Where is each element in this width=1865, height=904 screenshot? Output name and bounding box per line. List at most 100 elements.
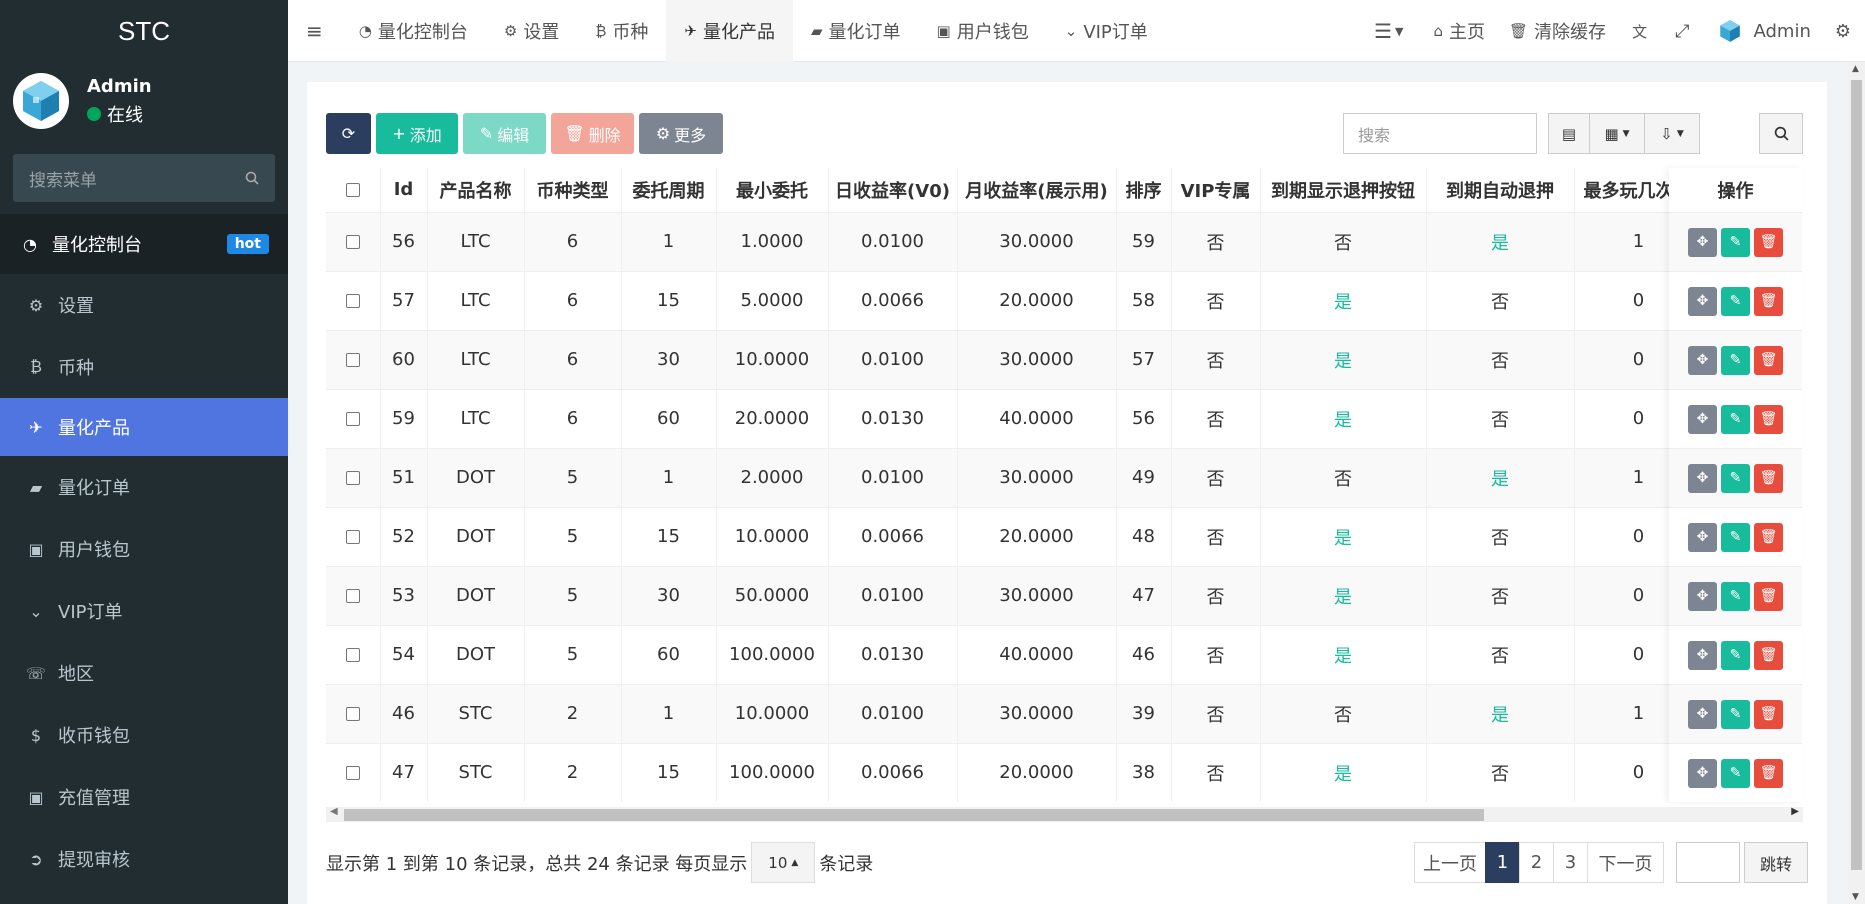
sidebar-item-wallet[interactable]: ▣ 用户钱包 (0, 518, 288, 580)
row-select-cell[interactable] (326, 329, 381, 389)
row-select-cell[interactable] (326, 388, 381, 448)
export-dropdown[interactable]: ⇩ ▼ (1644, 113, 1700, 154)
row-delete-button[interactable]: 🗑 (1754, 227, 1783, 257)
prev-page-button[interactable]: 上一页 (1414, 842, 1486, 883)
vertical-scrollbar[interactable]: ▲ ▼ (1848, 62, 1865, 904)
tab-vip-orders[interactable]: ⌄ VIP订单 (1047, 0, 1166, 62)
table-row[interactable]: 52 DOT 5 15 10.0000 0.0066 20.0000 48 否是否 0 (326, 506, 1704, 566)
scroll-down-icon[interactable]: ▼ (1852, 892, 1859, 902)
row-delete-button[interactable]: 🗑 (1754, 286, 1783, 316)
refresh-button[interactable]: ⟳ (326, 113, 371, 154)
table-search-input[interactable]: 搜索 (1343, 113, 1537, 154)
table-row[interactable]: 56 LTC 6 1 1.0000 0.0100 30.0000 59 否否是 1 (326, 211, 1704, 271)
sidebar-item-orders[interactable]: ▰ 量化订单 (0, 456, 288, 518)
row-edit-button[interactable]: ✎ (1721, 522, 1750, 552)
drag-handle-button[interactable]: ✥ (1688, 758, 1717, 788)
more-tabs-dropdown[interactable]: ☰ ▼ (1356, 0, 1421, 62)
home-link[interactable]: ⌂ 主页 (1421, 0, 1497, 62)
horizontal-scrollbar[interactable]: ◀ ▶ (326, 806, 1803, 822)
delete-button[interactable]: 🗑 删除 (551, 113, 634, 154)
settings-button[interactable]: ⚙ (1825, 0, 1865, 62)
row-select-cell[interactable] (326, 565, 381, 625)
sidebar-item-collect-wallet[interactable]: $ 收币钱包 (0, 704, 288, 766)
page-3-button[interactable]: 3 (1553, 842, 1588, 883)
sidebar-item-dashboard[interactable]: ◔ 量化控制台 hot (0, 214, 288, 274)
row-delete-button[interactable]: 🗑 (1754, 345, 1783, 375)
table-row[interactable]: 53 DOT 5 30 50.0000 0.0100 30.0000 47 否是否 0 (326, 565, 1704, 625)
row-checkbox[interactable] (345, 412, 360, 426)
row-select-cell[interactable] (326, 447, 381, 507)
page-2-button[interactable]: 2 (1519, 842, 1554, 883)
scrollbar-thumb[interactable] (1851, 80, 1862, 870)
drag-handle-button[interactable]: ✥ (1688, 522, 1717, 552)
select-all-cell[interactable] (326, 168, 381, 212)
tab-coins[interactable]: ₿ 币种 (577, 0, 666, 62)
row-checkbox[interactable] (345, 589, 360, 603)
row-select-cell[interactable] (326, 270, 381, 330)
row-delete-button[interactable]: 🗑 (1754, 640, 1783, 670)
row-edit-button[interactable]: ✎ (1721, 404, 1750, 434)
row-checkbox[interactable] (345, 235, 360, 249)
row-checkbox[interactable] (345, 294, 360, 308)
column-header[interactable]: 月收益率(展示用) (957, 168, 1117, 212)
page-size-select[interactable]: 10 ▲ (751, 842, 816, 883)
row-edit-button[interactable]: ✎ (1721, 581, 1750, 611)
tab-products[interactable]: ✈ 量化产品 (666, 0, 793, 62)
column-header[interactable]: 到期显示退押按钮 (1260, 168, 1427, 212)
drag-handle-button[interactable]: ✥ (1688, 404, 1717, 434)
table-row[interactable]: 47 STC 2 15 100.0000 0.0066 20.0000 38 否是否 0 (326, 742, 1704, 802)
jump-page-input[interactable] (1676, 842, 1740, 883)
sidebar-item-settings[interactable]: ⚙ 设置 (0, 274, 288, 336)
table-row[interactable]: 54 DOT 5 60 100.0000 0.0130 40.0000 46 否是否 0 (326, 624, 1704, 684)
row-select-cell[interactable] (326, 683, 381, 743)
row-edit-button[interactable]: ✎ (1721, 463, 1750, 493)
row-checkbox[interactable] (345, 471, 360, 485)
column-header[interactable]: 产品名称 (427, 168, 525, 212)
drag-handle-button[interactable]: ✥ (1688, 699, 1717, 729)
row-edit-button[interactable]: ✎ (1721, 758, 1750, 788)
row-delete-button[interactable]: 🗑 (1754, 758, 1783, 788)
column-header[interactable]: VIP专属 (1171, 168, 1261, 212)
row-edit-button[interactable]: ✎ (1721, 345, 1750, 375)
jump-button[interactable]: 跳转 (1744, 842, 1808, 883)
scroll-left-icon[interactable]: ◀ (330, 806, 338, 817)
edit-button[interactable]: ✎ 编辑 (463, 113, 546, 154)
scroll-right-icon[interactable]: ▶ (1791, 806, 1799, 817)
drag-handle-button[interactable]: ✥ (1688, 640, 1717, 670)
drag-handle-button[interactable]: ✥ (1688, 227, 1717, 257)
clear-cache-button[interactable]: 🗑 清除缓存 (1497, 0, 1618, 62)
column-header[interactable]: Id (380, 168, 428, 212)
row-select-cell[interactable] (326, 624, 381, 684)
sidebar-search-input[interactable]: 搜索菜单 (13, 154, 275, 202)
column-header[interactable]: 到期自动退押 (1426, 168, 1575, 212)
table-row[interactable]: 59 LTC 6 60 20.0000 0.0130 40.0000 56 否是否 0 (326, 388, 1704, 448)
row-edit-button[interactable]: ✎ (1721, 227, 1750, 257)
drag-handle-button[interactable]: ✥ (1688, 581, 1717, 611)
row-checkbox[interactable] (345, 530, 360, 544)
drag-handle-button[interactable]: ✥ (1688, 345, 1717, 375)
drag-handle-button[interactable]: ✥ (1688, 286, 1717, 316)
menu-toggle-button[interactable]: ≡ (288, 0, 341, 62)
scroll-up-icon[interactable]: ▲ (1852, 64, 1859, 74)
table-row[interactable]: 57 LTC 6 15 5.0000 0.0066 20.0000 58 否是否 0 (326, 270, 1704, 330)
tab-dashboard[interactable]: ◔ 量化控制台 (341, 0, 486, 62)
row-edit-button[interactable]: ✎ (1721, 286, 1750, 316)
tab-orders[interactable]: ▰ 量化订单 (793, 0, 919, 62)
columns-dropdown[interactable]: ▦ ▼ (1589, 113, 1645, 154)
row-select-cell[interactable] (326, 211, 381, 271)
row-edit-button[interactable]: ✎ (1721, 699, 1750, 729)
add-button[interactable]: + 添加 (376, 113, 458, 154)
row-delete-button[interactable]: 🗑 (1754, 699, 1783, 729)
tab-wallet[interactable]: ▣ 用户钱包 (919, 0, 1047, 62)
language-button[interactable]: 文 (1618, 0, 1661, 62)
row-delete-button[interactable]: 🗑 (1754, 463, 1783, 493)
table-row[interactable]: 60 LTC 6 30 10.0000 0.0100 30.0000 57 否是否 0 (326, 329, 1704, 389)
sidebar-item-products[interactable]: ✈ 量化产品 (0, 398, 288, 456)
tab-settings[interactable]: ⚙ 设置 (486, 0, 577, 62)
column-header[interactable]: 最小委托 (716, 168, 829, 212)
row-delete-button[interactable]: 🗑 (1754, 522, 1783, 552)
search-button[interactable] (1759, 113, 1803, 154)
row-select-cell[interactable] (326, 742, 381, 802)
row-edit-button[interactable]: ✎ (1721, 640, 1750, 670)
sidebar-item-withdraw[interactable]: ➲ 提现审核 (0, 828, 288, 890)
